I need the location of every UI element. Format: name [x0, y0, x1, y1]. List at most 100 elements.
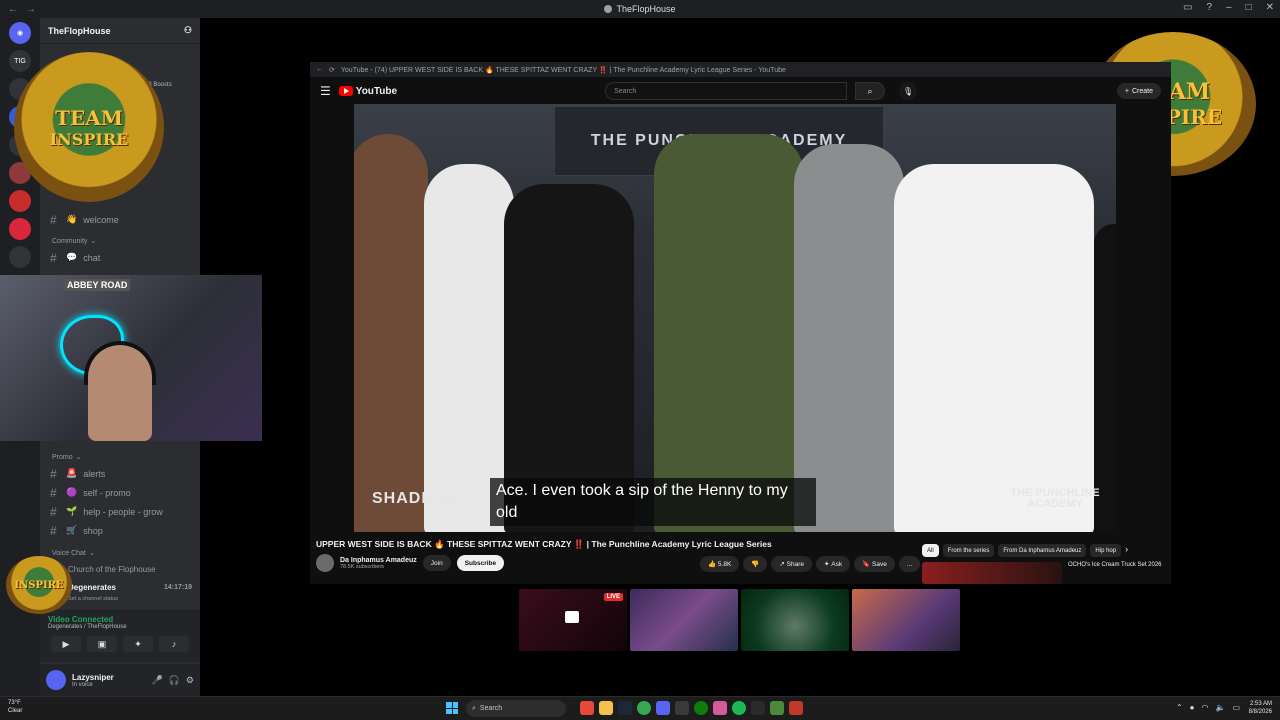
- inbox-icon[interactable]: ▭: [1183, 2, 1192, 13]
- channel-alerts[interactable]: # 🚨 alerts: [40, 464, 200, 483]
- app-icon[interactable]: [713, 701, 727, 715]
- hash-icon: #: [50, 250, 57, 265]
- sparkle-icon: ✦: [824, 561, 832, 568]
- xbox-icon[interactable]: [694, 701, 708, 715]
- app-icon[interactable]: [789, 701, 803, 715]
- stream-tile[interactable]: [630, 589, 738, 651]
- person-figure: [894, 164, 1094, 532]
- screen-share-button[interactable]: ▣: [87, 636, 117, 652]
- battery-icon[interactable]: ▭: [1232, 703, 1240, 712]
- chip-from-channel[interactable]: From Da Inphamus Amadeuz: [998, 544, 1087, 557]
- server-icon[interactable]: [9, 246, 31, 268]
- taskbar-search[interactable]: ⌕ Search: [466, 700, 566, 717]
- forward-arrow-icon[interactable]: →: [26, 4, 36, 15]
- gear-icon[interactable]: ⚙: [186, 675, 194, 686]
- stream-tile[interactable]: [852, 589, 960, 651]
- channel-chat[interactable]: # 💬 chat: [40, 248, 200, 267]
- category-promo[interactable]: Promo ⌄: [40, 450, 200, 464]
- chevron-right-icon[interactable]: ›: [1125, 544, 1128, 557]
- share-button[interactable]: ↗ Share: [771, 556, 812, 572]
- back-arrow-icon[interactable]: ←: [316, 66, 323, 73]
- close-button[interactable]: ✕: [1266, 2, 1274, 13]
- punchline-academy-watermark: THE PUNCHLINE ACADEMY: [1010, 487, 1100, 510]
- discord-home-icon[interactable]: ◉: [9, 22, 31, 44]
- help-icon[interactable]: ?: [1206, 2, 1212, 13]
- category-voice-chat[interactable]: Voice Chat ⌄: [40, 546, 200, 560]
- reload-icon[interactable]: ⟳: [329, 66, 335, 74]
- chevron-up-icon[interactable]: ⌃: [1176, 703, 1183, 712]
- youtube-logo[interactable]: YouTube: [338, 86, 397, 97]
- subscribe-button[interactable]: Subscribe: [456, 555, 505, 571]
- channel-help-people-grow[interactable]: # 🌱 help - people - grow: [40, 502, 200, 521]
- minimize-button[interactable]: –: [1226, 2, 1232, 13]
- wifi-icon[interactable]: ◠: [1201, 703, 1208, 712]
- dislike-button[interactable]: 👎: [743, 556, 768, 572]
- discord-icon[interactable]: [656, 701, 670, 715]
- spotify-icon[interactable]: [732, 701, 746, 715]
- screen-share-icon: [565, 611, 579, 623]
- stream-tile[interactable]: [741, 589, 849, 651]
- chevron-down-icon: ⌄: [88, 550, 95, 557]
- tab-title[interactable]: YouTube - (74) UPPER WEST SIDE IS BACK 🔥…: [341, 66, 1165, 74]
- app-icon[interactable]: [675, 701, 689, 715]
- system-tray: ⌃ ● ◠ 🔈 ▭: [1176, 703, 1240, 712]
- hash-icon: #: [50, 504, 57, 519]
- ask-button[interactable]: ✦ Ask: [816, 556, 851, 572]
- headphones-icon[interactable]: 🎧: [169, 675, 180, 686]
- channel-shop[interactable]: # 🛒 shop: [40, 521, 200, 540]
- tray-app-icon[interactable]: ●: [1190, 703, 1195, 712]
- hash-icon: #: [50, 523, 57, 538]
- channel-welcome[interactable]: # 👋 welcome: [40, 210, 200, 229]
- mute-icon[interactable]: 🎤: [151, 675, 162, 686]
- chrome-icon[interactable]: [637, 701, 651, 715]
- windows-start-icon[interactable]: [446, 702, 458, 714]
- server-header[interactable]: TheFlopHouse ⚇: [40, 18, 200, 44]
- channel-name[interactable]: Da Inphamus Amadeuz: [340, 557, 417, 564]
- recommended-title[interactable]: OCHO's Ice Cream Truck Set 2026: [1068, 562, 1162, 584]
- voice-timer: 14:17:19: [163, 583, 192, 591]
- save-button[interactable]: 🔖 Save: [854, 556, 895, 572]
- chip-hip-hop[interactable]: Hip hop: [1090, 544, 1122, 557]
- add-member-icon[interactable]: ⚇: [184, 25, 192, 36]
- taskbar-apps: [580, 701, 803, 715]
- camera-button[interactable]: ▶: [51, 636, 81, 652]
- app-icon[interactable]: [751, 701, 765, 715]
- steam-icon[interactable]: [618, 701, 632, 715]
- chip-all[interactable]: All: [922, 544, 939, 557]
- search-input[interactable]: Search: [605, 82, 848, 100]
- server-icon[interactable]: TIG: [9, 50, 31, 72]
- create-button[interactable]: + Create: [1116, 83, 1161, 99]
- hamburger-menu-icon[interactable]: ☰: [320, 84, 331, 98]
- back-arrow-icon[interactable]: ←: [8, 4, 18, 15]
- maximize-button[interactable]: □: [1246, 2, 1252, 13]
- category-community[interactable]: Community ⌄: [40, 234, 200, 248]
- video-player[interactable]: THE PUNCHLINE ACADEMY SHADE 45 THE PUNCH…: [354, 104, 1116, 532]
- chip-from-series[interactable]: From the series: [942, 544, 995, 557]
- stream-tile[interactable]: LIVE: [519, 589, 627, 651]
- mic-icon[interactable]: 🎙: [899, 82, 918, 100]
- more-button[interactable]: ...: [898, 556, 921, 572]
- youtube-play-icon: [338, 86, 353, 96]
- channel-avatar[interactable]: [316, 554, 334, 572]
- abbey-road-sign: ABBEY ROAD: [64, 279, 131, 291]
- volume-icon[interactable]: 🔈: [1215, 703, 1225, 712]
- soundboard-button[interactable]: ♪: [159, 636, 189, 652]
- app-icon[interactable]: [580, 701, 594, 715]
- app-icon[interactable]: [770, 701, 784, 715]
- taskbar-clock[interactable]: 2:53 AM 8/8/2026: [1249, 700, 1272, 716]
- search-button[interactable]: ⌕: [855, 82, 886, 100]
- weather-widget[interactable]: 73°F Clear: [8, 699, 22, 715]
- activities-button[interactable]: ✦: [123, 636, 153, 652]
- server-icon[interactable]: [9, 190, 31, 212]
- server-icon[interactable]: [9, 218, 31, 240]
- recommended-video[interactable]: OCHO's Ice Cream Truck Set 2026: [922, 562, 1168, 584]
- video-title: UPPER WEST SIDE IS BACK 🔥 THESE SPITTAZ …: [316, 539, 772, 549]
- like-button[interactable]: 👍 5.8K: [700, 556, 740, 572]
- join-button[interactable]: Join: [422, 555, 451, 571]
- channel-self-promo[interactable]: # 🟣 self - promo: [40, 483, 200, 502]
- avatar[interactable]: [46, 670, 66, 690]
- voice-location[interactable]: Degenerates / TheFlopHouse: [48, 624, 192, 630]
- recommended-thumbnail[interactable]: [922, 562, 1062, 584]
- file-explorer-icon[interactable]: [599, 701, 613, 715]
- username: Lazysniper: [72, 672, 114, 682]
